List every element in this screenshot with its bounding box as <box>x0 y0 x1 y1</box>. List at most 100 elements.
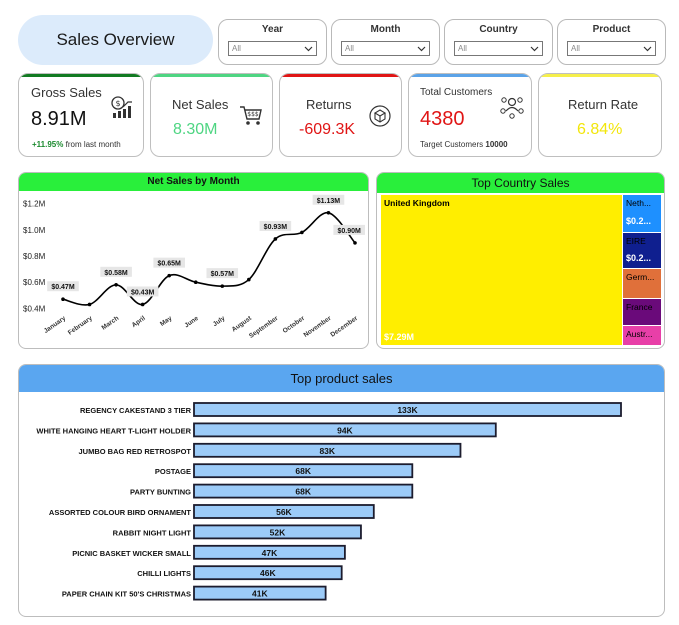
x-tick-label: July <box>212 315 227 328</box>
data-label: $0.58M <box>104 270 128 277</box>
data-label: $0.93M <box>264 224 288 231</box>
returns-title: Returns <box>306 97 352 112</box>
country-slicer-label: Country <box>479 24 518 35</box>
x-tick: February <box>67 315 94 337</box>
chevron-down-icon <box>530 46 539 52</box>
product-slicer-label: Product <box>592 24 631 35</box>
data-point-february[interactable] <box>87 302 92 307</box>
y-tick-label: $0.6M <box>23 278 46 287</box>
data-label: $0.43M <box>131 289 155 296</box>
net-sales-value: 8.30M <box>173 121 218 138</box>
gross-sales-title: Gross Sales <box>31 85 102 100</box>
year-dropdown[interactable]: All <box>228 41 317 56</box>
data-point-january[interactable] <box>61 297 65 302</box>
x-tick-label: September <box>248 315 280 340</box>
gross-sales-value: 8.91M <box>31 108 87 130</box>
chevron-down-icon <box>643 46 652 52</box>
return-rate-value: 6.84% <box>577 121 623 138</box>
data-point-november[interactable] <box>326 210 331 215</box>
page-title: Sales Overview <box>56 30 175 49</box>
data-point-june[interactable] <box>193 280 198 284</box>
treemap-name: Germ... <box>626 272 655 282</box>
dashboard-title: Sales Overview <box>18 15 213 65</box>
data-point-december[interactable] <box>353 241 357 245</box>
target-customers: Target Customers 10000 <box>420 140 508 149</box>
data-label: $0.65M <box>158 261 182 268</box>
bar-category-label: JUMBO BAG RED RETROSPOT <box>78 447 191 456</box>
target-customers-label: Target Customers <box>420 140 484 149</box>
x-tick-label: May <box>159 315 174 328</box>
net-sales-line-chart[interactable]: $0.4M $0.6M $0.8M $1.0M $1.2M January February… <box>19 191 368 348</box>
country-value: All <box>458 44 467 53</box>
data-point-august[interactable] <box>247 277 251 282</box>
chevron-down-icon <box>304 46 313 52</box>
gross-sales-change-note: from last month <box>65 140 121 149</box>
treemap-cell-france[interactable]: France <box>623 299 662 326</box>
treemap-value: $0.2... <box>626 216 652 226</box>
bar-category-label: PARTY BUNTING <box>130 488 191 497</box>
product-slicer[interactable]: Product All <box>557 19 666 65</box>
x-tick: May <box>159 315 174 328</box>
treemap-name: Austr... <box>626 329 653 339</box>
bar-value-label: 94K <box>337 425 353 435</box>
data-point-march[interactable] <box>114 283 118 287</box>
data-label: $0.90M <box>338 228 362 235</box>
country-slicer[interactable]: Country All <box>444 19 553 65</box>
country-treemap[interactable]: United Kingdom $7.29M Neth... $0.2... EIRE $0… <box>381 195 662 346</box>
bar-value-label: 56K <box>276 507 292 517</box>
product-bar-chart[interactable]: REGENCY CAKESTAND 3 TIER 133K WHITE HANGIN… <box>19 392 664 616</box>
x-tick: January <box>43 315 68 335</box>
bar-category-label: CHILLI LIGHTS <box>137 569 191 578</box>
treemap-cell-neth[interactable]: Neth... $0.2... <box>623 195 662 233</box>
y-tick-label: $0.8M <box>23 252 46 261</box>
data-point-april[interactable] <box>140 302 145 307</box>
returns-card: Returns -609.3K <box>279 73 402 157</box>
customers-icon <box>500 97 524 119</box>
year-value: All <box>232 44 241 53</box>
country-dropdown[interactable]: All <box>454 41 543 56</box>
data-point-july[interactable] <box>220 284 225 288</box>
x-tick-label: November <box>303 315 333 339</box>
product-dropdown[interactable]: All <box>567 41 656 56</box>
y-tick-label: $0.4M <box>23 304 46 313</box>
x-tick-label: April <box>131 315 147 329</box>
y-tick-label: $1.0M <box>23 226 46 235</box>
line-chart-title: Net Sales by Month <box>147 176 240 187</box>
return-box-icon <box>369 105 391 127</box>
net-sales-title: Net Sales <box>172 97 229 112</box>
treemap-name: United Kingdom <box>384 198 450 208</box>
month-slicer[interactable]: Month All <box>331 19 440 65</box>
money-chart-icon: $ <box>111 96 132 118</box>
bar-value-label: 46K <box>260 568 276 578</box>
data-point-september[interactable] <box>273 237 278 241</box>
net-sales-card: Net Sales 8.30M $$$ <box>150 73 273 157</box>
x-tick: April <box>131 315 147 329</box>
net-sales-line <box>62 211 356 306</box>
treemap-cell-austr[interactable]: Austr... <box>623 326 662 346</box>
card-accent-bar <box>280 74 401 77</box>
treemap-cell-germ[interactable]: Germ... <box>623 269 662 299</box>
bar-value-label: 83K <box>319 446 335 456</box>
treemap-value: $7.29M <box>384 332 415 342</box>
x-tick: March <box>101 315 121 332</box>
data-label: $0.47M <box>51 284 75 291</box>
year-slicer[interactable]: Year All <box>218 19 327 65</box>
x-tick-label: March <box>101 315 121 332</box>
treemap-cell-eire[interactable]: EIRE $0.2... <box>623 233 662 269</box>
data-point-may[interactable] <box>167 273 171 278</box>
data-point-october[interactable] <box>300 230 304 235</box>
month-dropdown[interactable]: All <box>341 41 430 56</box>
x-tick-label: February <box>67 315 94 337</box>
x-tick: June <box>183 315 200 330</box>
gross-sales-change-value: +11.95% <box>32 140 64 149</box>
x-tick-label: June <box>183 315 200 330</box>
bar-value-label: 68K <box>295 466 311 476</box>
bar-value-label: 52K <box>270 527 286 537</box>
shopping-cart-icon: $$$ <box>240 106 262 125</box>
card-accent-bar <box>539 74 661 77</box>
card-accent-bar <box>151 74 272 77</box>
x-tick-label: December <box>329 315 359 339</box>
treemap-name: Neth... <box>626 198 652 208</box>
treemap-cell-unitedkingdom[interactable]: United Kingdom $7.29M <box>381 195 623 346</box>
x-tick: August <box>231 314 254 333</box>
